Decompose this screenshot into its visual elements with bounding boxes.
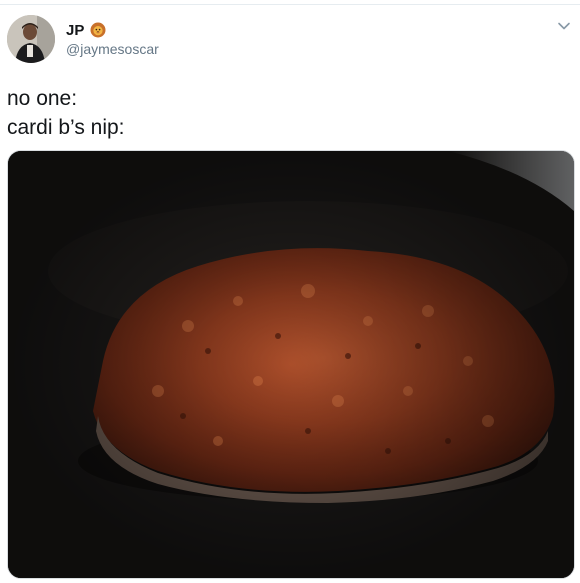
tweet-media-photo[interactable] [7, 150, 575, 579]
top-divider [0, 4, 580, 5]
lion-emoji-icon [90, 22, 106, 38]
author-name-row: JP [66, 20, 106, 40]
author-display-name[interactable]: JP [66, 22, 84, 39]
tweet-text-line: cardi b’s nip: [7, 116, 125, 139]
author-handle[interactable]: @jaymesoscar [66, 41, 159, 57]
author-avatar[interactable] [7, 15, 55, 63]
avatar-photo [7, 15, 55, 63]
chevron-down-icon[interactable] [556, 18, 572, 34]
tweet-text: no one: cardi b’s nip: [7, 84, 125, 142]
tweet-text-line: no one: [7, 87, 78, 110]
burger-patty-image [8, 151, 574, 578]
